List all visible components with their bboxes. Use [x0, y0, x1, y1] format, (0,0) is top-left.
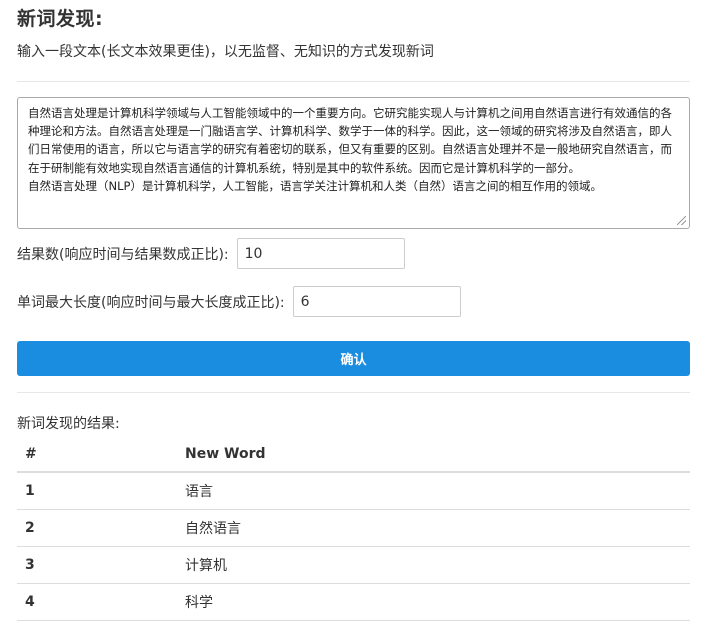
table-row: 2 自然语言 [17, 509, 690, 547]
results-table: # New Word 1 语言 2 自然语言 3 计算机 4 科学 [17, 436, 690, 621]
table-row: 1 语言 [17, 472, 690, 510]
row-word: 计算机 [177, 546, 690, 584]
result-count-input[interactable] [236, 238, 405, 269]
results-label: 新词发现的结果: [17, 416, 120, 432]
page-title: 新词发现: [17, 8, 104, 30]
table-row: 3 计算机 [17, 546, 690, 584]
divider [17, 81, 690, 82]
column-header-number: # [17, 436, 177, 473]
row-word: 科学 [177, 583, 690, 621]
table-header-row: # New Word [17, 436, 690, 473]
row-word: 自然语言 [177, 509, 690, 547]
row-number: 3 [17, 546, 177, 584]
result-count-label: 结果数(响应时间与结果数成正比): [17, 246, 229, 263]
divider [17, 392, 690, 393]
confirm-button[interactable]: 确认 [17, 341, 690, 376]
row-number: 4 [17, 583, 177, 621]
page-subtitle: 输入一段文本(长文本效果更佳)，以无监督、无知识的方式发现新词 [17, 44, 434, 60]
max-length-label: 单词最大长度(响应时间与最大长度成正比): [17, 294, 285, 311]
max-length-row: 单词最大长度(响应时间与最大长度成正比): [17, 286, 461, 317]
text-input[interactable]: 自然语言处理是计算机科学领域与人工智能领域中的一个重要方向。它研究能实现人与计算… [17, 97, 690, 229]
row-number: 2 [17, 509, 177, 547]
max-length-input[interactable] [292, 286, 461, 317]
row-number: 1 [17, 472, 177, 510]
resize-grip-icon[interactable] [677, 216, 686, 225]
row-word: 语言 [177, 472, 690, 510]
result-count-row: 结果数(响应时间与结果数成正比): [17, 238, 405, 269]
table-row: 4 科学 [17, 583, 690, 621]
column-header-new-word: New Word [177, 436, 690, 473]
